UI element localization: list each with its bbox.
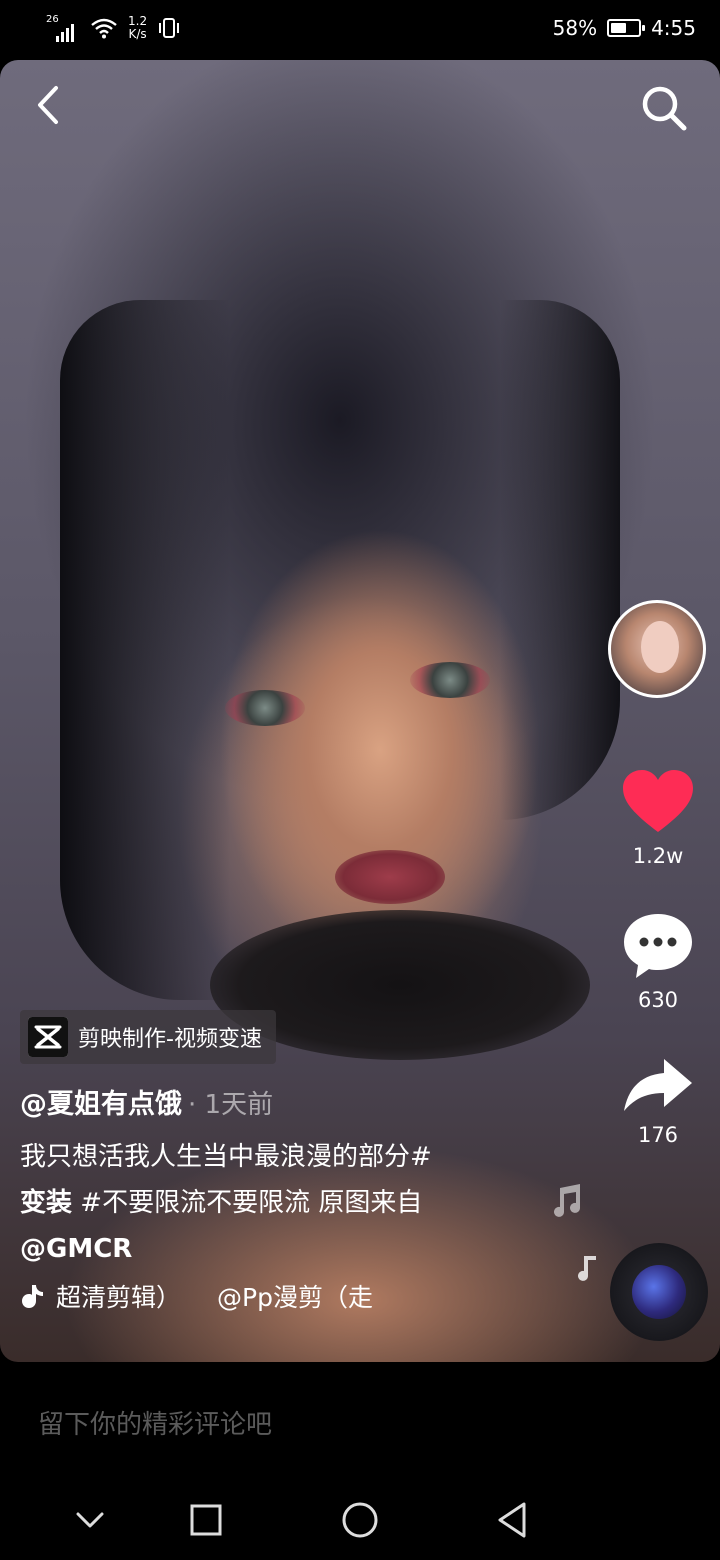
video-frame-detail bbox=[225, 690, 305, 726]
status-left: 26 1.2 K/s bbox=[46, 14, 181, 42]
like-button[interactable]: 1.2w bbox=[610, 768, 706, 868]
comment-input-bar[interactable]: 留下你的精彩评论吧 bbox=[0, 1362, 720, 1480]
share-count: 176 bbox=[637, 1123, 679, 1147]
signal-icon: 26 bbox=[46, 14, 80, 42]
music-author: @Pp漫剪（走 bbox=[217, 1283, 373, 1312]
music-marquee[interactable]: 超清剪辑） @Pp漫剪（走 bbox=[20, 1278, 380, 1314]
comment-input[interactable]: 留下你的精彩评论吧 bbox=[38, 1404, 272, 1441]
music-note-icon bbox=[22, 1285, 43, 1308]
system-navbar bbox=[0, 1480, 720, 1560]
mention-link[interactable]: @GMCR bbox=[20, 1234, 132, 1264]
music-note-icon bbox=[554, 1184, 580, 1217]
wifi-icon bbox=[91, 18, 117, 39]
status-right: 58% 4:55 bbox=[553, 16, 696, 40]
clock: 4:55 bbox=[651, 16, 696, 40]
vibrate-icon bbox=[159, 18, 180, 38]
caption-text: 我只想活我人生当中最浪漫的部分# bbox=[20, 1142, 432, 1172]
battery-icon bbox=[607, 19, 646, 37]
video-frame-detail bbox=[500, 300, 620, 820]
back-icon[interactable] bbox=[30, 80, 70, 130]
caption-text: #不要限流不要限流 原图来自 bbox=[72, 1188, 423, 1218]
author-avatar[interactable] bbox=[608, 600, 706, 698]
video-frame-detail bbox=[335, 850, 445, 904]
video-frame-detail bbox=[60, 300, 230, 1000]
share-button[interactable]: 176 bbox=[610, 1055, 706, 1147]
music-disc[interactable] bbox=[610, 1243, 708, 1341]
nav-recent-icon[interactable] bbox=[184, 1498, 228, 1542]
post-time: · 1天前 bbox=[188, 1090, 274, 1120]
video-caption: 我只想活我人生当中最浪漫的部分# 变装 #不要限流不要限流 原图来自 @GMCR bbox=[20, 1134, 500, 1272]
comment-icon bbox=[624, 914, 692, 978]
comment-button[interactable]: 630 bbox=[610, 910, 706, 1012]
video-frame-detail bbox=[410, 662, 490, 698]
battery-percent: 58% bbox=[552, 16, 598, 40]
nav-home-icon[interactable] bbox=[338, 1498, 382, 1542]
like-count: 1.2w bbox=[632, 844, 684, 868]
nav-back-icon[interactable] bbox=[490, 1498, 534, 1542]
effect-tag-label: 剪映制作-视频变速 bbox=[78, 1027, 262, 1052]
heart-icon bbox=[623, 770, 693, 832]
effect-tag[interactable]: 剪映制作-视频变速 bbox=[20, 1010, 276, 1064]
share-icon bbox=[624, 1059, 692, 1111]
network-speed: 1.2 K/s bbox=[128, 15, 147, 41]
nav-down-icon[interactable] bbox=[68, 1498, 112, 1542]
status-bar: 26 1.2 K/s 58% 4:55 bbox=[0, 0, 720, 60]
author-handle[interactable]: @夏姐有点饿 bbox=[20, 1089, 182, 1120]
music-note-icon bbox=[578, 1256, 596, 1281]
comment-count: 630 bbox=[637, 988, 679, 1012]
author-name[interactable]: @夏姐有点饿 · 1天前 bbox=[20, 1082, 273, 1121]
hashtag-link[interactable]: 变装 bbox=[20, 1188, 72, 1218]
capcut-icon bbox=[28, 1017, 68, 1057]
music-title: 超清剪辑） bbox=[56, 1283, 182, 1312]
search-icon[interactable] bbox=[636, 80, 692, 136]
speed-unit: K/s bbox=[128, 27, 147, 41]
